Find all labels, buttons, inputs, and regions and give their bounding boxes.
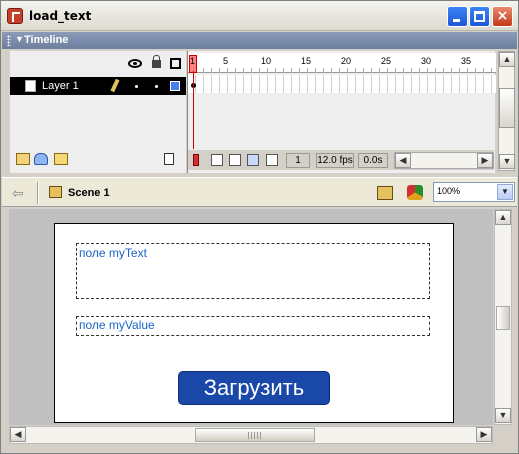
ruler-mark: 20 bbox=[341, 56, 352, 66]
lock-dot-icon[interactable] bbox=[155, 85, 158, 88]
scroll-up-icon[interactable]: ▲ bbox=[499, 52, 515, 67]
mytext-field[interactable]: поле myText bbox=[76, 243, 430, 299]
layer-name: Layer 1 bbox=[42, 80, 79, 92]
current-frame: 1 bbox=[286, 153, 310, 168]
add-motion-guide-icon[interactable] bbox=[34, 153, 48, 165]
layer-icon bbox=[25, 80, 36, 92]
myvalue-field-label: поле myValue bbox=[79, 318, 155, 332]
scroll-right-icon[interactable]: ▶ bbox=[477, 153, 493, 168]
flash-app-icon bbox=[7, 8, 23, 24]
insert-layer-icon[interactable] bbox=[16, 153, 30, 165]
center-frame-icon[interactable] bbox=[193, 154, 199, 166]
visibility-dot-icon[interactable] bbox=[135, 85, 138, 88]
stage-vertical-scrollbar[interactable]: ▲ ▼ bbox=[494, 209, 512, 425]
scroll-left-icon[interactable]: ◀ bbox=[10, 427, 26, 442]
edit-bar: ⇦ Scene 1 100% ▼ bbox=[2, 177, 517, 207]
scroll-left-icon[interactable]: ◀ bbox=[395, 153, 411, 168]
scroll-up-icon[interactable]: ▲ bbox=[495, 210, 511, 225]
ruler-mark: 35 bbox=[461, 56, 472, 66]
ruler-mark: 5 bbox=[223, 56, 229, 66]
back-arrow-icon[interactable]: ⇦ bbox=[12, 185, 24, 202]
close-button[interactable]: × bbox=[492, 6, 513, 27]
maximize-button[interactable] bbox=[469, 6, 490, 27]
divider bbox=[37, 182, 39, 204]
timeline-vertical-scrollbar[interactable]: ▲ ▼ bbox=[498, 51, 515, 171]
frame-rate[interactable]: 12.0 fps bbox=[316, 153, 354, 168]
stage-horizontal-scrollbar[interactable]: ◀ ▶ bbox=[9, 426, 493, 444]
flash-window: load_text × ▼ Timeline Layer 1 1 5 10 15… bbox=[0, 0, 519, 454]
onion-skin-outlines-icon[interactable] bbox=[229, 154, 241, 166]
delete-layer-icon[interactable] bbox=[164, 153, 174, 165]
scroll-down-icon[interactable]: ▼ bbox=[499, 154, 515, 169]
stage-area[interactable]: поле myText поле myValue Загрузить bbox=[9, 209, 493, 425]
layer-tools bbox=[10, 150, 186, 170]
maximize-icon bbox=[474, 11, 485, 22]
scene-label[interactable]: Scene 1 bbox=[68, 187, 110, 199]
lock-all-icon[interactable] bbox=[152, 55, 161, 68]
playhead-line bbox=[193, 71, 194, 149]
scroll-right-icon[interactable]: ▶ bbox=[476, 427, 492, 442]
scene-icon bbox=[49, 186, 62, 198]
ruler-mark: 1 bbox=[190, 56, 196, 66]
zoom-value: 100% bbox=[437, 186, 461, 196]
edit-scene-icon[interactable] bbox=[377, 186, 393, 200]
elapsed-time: 0.0s bbox=[358, 153, 388, 168]
ruler-mark: 25 bbox=[381, 56, 392, 66]
timeline-header[interactable]: ▼ Timeline bbox=[2, 32, 517, 49]
minimize-button[interactable] bbox=[447, 6, 468, 27]
scroll-thumb[interactable] bbox=[499, 88, 515, 128]
frame-ruler[interactable]: 1 5 10 15 20 25 30 35 bbox=[188, 53, 496, 73]
outline-all-icon[interactable] bbox=[170, 58, 181, 69]
pencil-icon bbox=[110, 78, 120, 93]
window-title: load_text bbox=[29, 9, 92, 23]
insert-folder-icon[interactable] bbox=[54, 153, 68, 165]
frame-row[interactable] bbox=[188, 75, 496, 93]
close-icon: × bbox=[496, 8, 509, 24]
load-button[interactable]: Загрузить bbox=[178, 371, 330, 405]
grip-icon bbox=[248, 432, 262, 439]
ruler-mark: 15 bbox=[301, 56, 312, 66]
timeline-horizontal-scrollbar[interactable]: ◀ ▶ bbox=[394, 152, 494, 169]
timeline-controls: 1 12.0 fps 0.0s ◀ ▶ bbox=[188, 150, 494, 170]
ruler-mark: 10 bbox=[261, 56, 272, 66]
title-bar[interactable]: load_text × bbox=[1, 1, 518, 31]
edit-multiple-frames-icon[interactable] bbox=[247, 154, 259, 166]
show-hide-all-icon[interactable] bbox=[128, 59, 142, 68]
chevron-down-icon[interactable]: ▼ bbox=[497, 184, 513, 200]
mytext-field-label: поле myText bbox=[79, 246, 147, 260]
timeline-title: Timeline bbox=[24, 34, 69, 46]
zoom-select[interactable]: 100% ▼ bbox=[433, 182, 515, 202]
myvalue-field[interactable]: поле myValue bbox=[76, 316, 430, 336]
minimize-icon bbox=[453, 19, 460, 22]
timeline-body: Layer 1 1 5 10 15 20 25 30 35 ▲ ▼ 1 12.0… bbox=[2, 49, 517, 175]
modify-onion-markers-icon[interactable] bbox=[266, 154, 278, 166]
scroll-down-icon[interactable]: ▼ bbox=[495, 408, 511, 423]
scroll-thumb[interactable] bbox=[195, 428, 315, 442]
layer-outline-color-icon[interactable] bbox=[170, 81, 180, 91]
ruler-mark: 30 bbox=[421, 56, 432, 66]
layer-row[interactable]: Layer 1 bbox=[10, 77, 186, 95]
onion-skin-icon[interactable] bbox=[211, 154, 223, 166]
scroll-thumb[interactable] bbox=[496, 306, 510, 330]
stage[interactable]: поле myText поле myValue Загрузить bbox=[54, 223, 454, 423]
panel-grip-icon[interactable] bbox=[7, 35, 11, 46]
layer-column-headers bbox=[10, 55, 186, 73]
collapse-arrow-icon[interactable]: ▼ bbox=[15, 34, 24, 44]
edit-symbols-icon[interactable] bbox=[407, 185, 423, 200]
